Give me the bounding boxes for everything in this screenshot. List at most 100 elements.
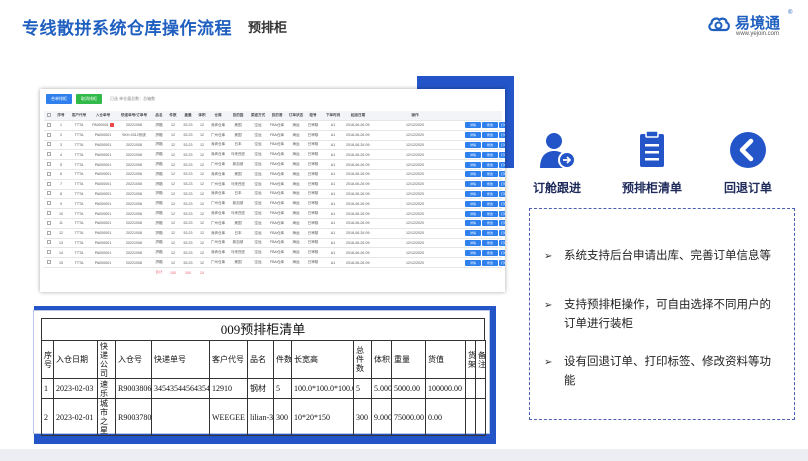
row-checkbox[interactable]	[47, 201, 51, 206]
row-action-button[interactable]: 打印标签	[499, 181, 505, 188]
row-checkbox[interactable]	[47, 171, 51, 176]
table-cell: 2018-06-26 09:10:05	[346, 221, 370, 226]
row-action-button[interactable]: 修改	[482, 259, 498, 266]
table-cell: 12	[171, 211, 175, 216]
row-action-button[interactable]: 修改	[482, 220, 498, 227]
row-action-button[interactable]: 详情	[465, 141, 481, 148]
table-cell: 空运	[254, 152, 262, 157]
row-checkbox[interactable]	[47, 181, 51, 186]
table-row[interactable]: 9 TTTA PA000001 20221008 拼箱 12 53.23 12 广州仓库 新加坡 空…	[44, 199, 505, 210]
merge-container-button[interactable]: 合单排柜	[46, 94, 72, 104]
table-row[interactable]: 6 TTTA PA000001 20221008 拼箱 12 53.23 12 深圳仓库 美国 空运…	[44, 170, 505, 180]
row-action-button[interactable]: 打印标签	[499, 210, 505, 217]
table-row[interactable]: 8 TTTA PA000001 20221008 拼箱 12 53.23 12 深圳仓库 日本 空运…	[44, 190, 505, 200]
row-action-button[interactable]: 打印标签	[499, 259, 505, 266]
table-row[interactable]: 13 TTTA PA000001 20221008 拼箱 12 53.23 12 广州仓库 新加坡…	[44, 239, 505, 249]
row-action-button[interactable]: 修改	[482, 141, 498, 148]
row-checkbox[interactable]	[47, 250, 51, 255]
row-action-button[interactable]: 详情	[465, 230, 481, 237]
table-cell: 53.23	[183, 231, 193, 236]
row-checkbox[interactable]	[47, 122, 51, 127]
row-action-button[interactable]: 修改	[482, 249, 498, 256]
action-return-order[interactable]: 回退订单	[724, 130, 772, 196]
row-action-button[interactable]: 详情	[465, 190, 481, 197]
table-cell: 12	[200, 191, 204, 196]
row-checkbox[interactable]	[47, 132, 51, 137]
row-action-button[interactable]: 修改	[482, 122, 498, 129]
row-action-button[interactable]: 打印标签	[499, 200, 505, 207]
row-action-button[interactable]: 详情	[465, 171, 481, 178]
table-cell: 深圳仓库	[210, 122, 226, 127]
row-action-button[interactable]: 打印标签	[499, 132, 505, 139]
row-action-button[interactable]: 详情	[465, 151, 481, 158]
row-checkbox[interactable]	[47, 260, 51, 265]
row-checkbox[interactable]	[47, 230, 51, 235]
row-action-button[interactable]: 打印标签	[499, 122, 505, 129]
row-action-button[interactable]: 修改	[482, 181, 498, 188]
table-cell: 拼箱	[155, 171, 163, 176]
row-action-button[interactable]: 修改	[482, 151, 498, 158]
row-action-button[interactable]: 打印标签	[499, 141, 505, 148]
table-cell: 空运	[254, 122, 262, 127]
row-checkbox[interactable]	[47, 211, 51, 216]
table-row[interactable]: 11 TTTA PA000001 20221008 拼箱 12 53.23 12 广州仓库 美国 空…	[44, 219, 505, 229]
table-row[interactable]: 12 TTTA PA000001 20221008 拼箱 12 53.23 12 深圳仓库 日本 空…	[44, 229, 505, 239]
packing-header-row: 序号 入仓日期 快递公司 入仓号 快递单号 客户代号 品名 件数 长宽高 总件数 体积 重量 货值 货架备…	[41, 340, 486, 379]
row-action-button[interactable]: 详情	[465, 181, 481, 188]
row-action-button[interactable]: 打印标签	[499, 230, 505, 237]
row-checkbox[interactable]	[47, 152, 51, 157]
row-action-button[interactable]: 修改	[482, 161, 498, 168]
table-cell: 空运	[254, 201, 262, 206]
table-cell: 已审核	[307, 181, 319, 186]
table-row[interactable]: 7 TTTA PA000001 20221008 拼箱 12 53.23 12 广州仓库 马来西亚…	[44, 180, 505, 190]
table-row[interactable]: 10 TTTA PA000001 20221008 拼箱 12 53.23 12 深圳仓库 马来西…	[44, 209, 505, 219]
row-checkbox[interactable]	[47, 191, 51, 196]
row-action-button[interactable]: 打印标签	[499, 161, 505, 168]
row-action-button[interactable]: 修改	[482, 210, 498, 217]
table-row[interactable]: 4 TTTA PA000001 20221008 拼箱 12 53.23 12 深圳仓库 马来西亚…	[44, 150, 505, 161]
row-action-button[interactable]: 打印标签	[499, 220, 505, 227]
table-row[interactable]: 5 TTTA PA000001 20221008 拼箱 12 53.23 12 广州仓库 新加坡 空…	[44, 160, 505, 170]
table-row[interactable]: 14 TTTA PA000001 20221008 拼箱 12 53.23 12 深圳仓库 马来西…	[44, 248, 505, 259]
row-action-button[interactable]: 修改	[482, 239, 498, 246]
row-action-button[interactable]: 修改	[482, 171, 498, 178]
table-row[interactable]: 1 TTTA PA000001 20221008 拼箱 12 53.23 12 深圳仓库 美国 空运…	[44, 121, 505, 131]
row-checkbox[interactable]	[47, 240, 51, 245]
table-cell: TTTA	[74, 172, 84, 177]
row-action-button[interactable]: 详情	[465, 259, 481, 266]
table-row[interactable]: 3 TTTA PA000001 20221008 拼箱 12 53.23 12 深圳仓库 日本 空运…	[44, 141, 505, 151]
row-action-button[interactable]: 详情	[465, 122, 481, 129]
row-action-button[interactable]: 打印标签	[499, 171, 505, 178]
row-action-button[interactable]: 打印标签	[499, 239, 505, 246]
cancel-container-button[interactable]: 取消排柜	[76, 94, 102, 104]
row-action-button[interactable]: 详情	[465, 239, 481, 246]
table-cell: 已审核	[307, 132, 319, 137]
row-checkbox[interactable]	[47, 142, 51, 147]
row-action-button[interactable]: 修改	[482, 230, 498, 237]
table-row[interactable]: 2 TTTA PA000001 SKH-0312系统 拼箱 12 53.23 12 广州仓库 美国…	[44, 131, 505, 141]
row-action-button[interactable]: 详情	[465, 132, 481, 139]
table-cell: 4	[60, 152, 62, 157]
row-action-button[interactable]: 详情	[465, 249, 481, 256]
summary-cell: 合计	[155, 270, 163, 275]
row-action-button[interactable]: 详情	[465, 220, 481, 227]
action-booking-follow[interactable]: 订舱跟进	[533, 130, 581, 196]
row-action-button[interactable]: 修改	[482, 200, 498, 207]
table-cell: TTTA	[74, 191, 84, 196]
row-action-button[interactable]: 打印标签	[499, 249, 505, 256]
table-row[interactable]: 15 TTTA PA000001 20221008 拼箱 12 53.23 12 广州仓库 美国 空…	[44, 258, 505, 268]
select-all-checkbox[interactable]	[47, 113, 51, 117]
back-arrow-icon	[730, 132, 766, 168]
row-action-button[interactable]: 打印标签	[499, 151, 505, 158]
row-action-button[interactable]: 详情	[465, 210, 481, 217]
row-action-button[interactable]: 打印标签	[499, 190, 505, 197]
row-action-button[interactable]: 修改	[482, 132, 498, 139]
row-action-button[interactable]: 修改	[482, 190, 498, 197]
table-cell: 12	[171, 201, 175, 206]
row-action-button[interactable]: 详情	[465, 161, 481, 168]
row-checkbox[interactable]	[47, 162, 51, 167]
row-action-button[interactable]: 详情	[465, 200, 481, 207]
action-packing-list[interactable]: 预排柜清单	[622, 130, 682, 196]
table-cell: 马来西亚	[230, 250, 246, 255]
row-checkbox[interactable]	[47, 220, 51, 225]
